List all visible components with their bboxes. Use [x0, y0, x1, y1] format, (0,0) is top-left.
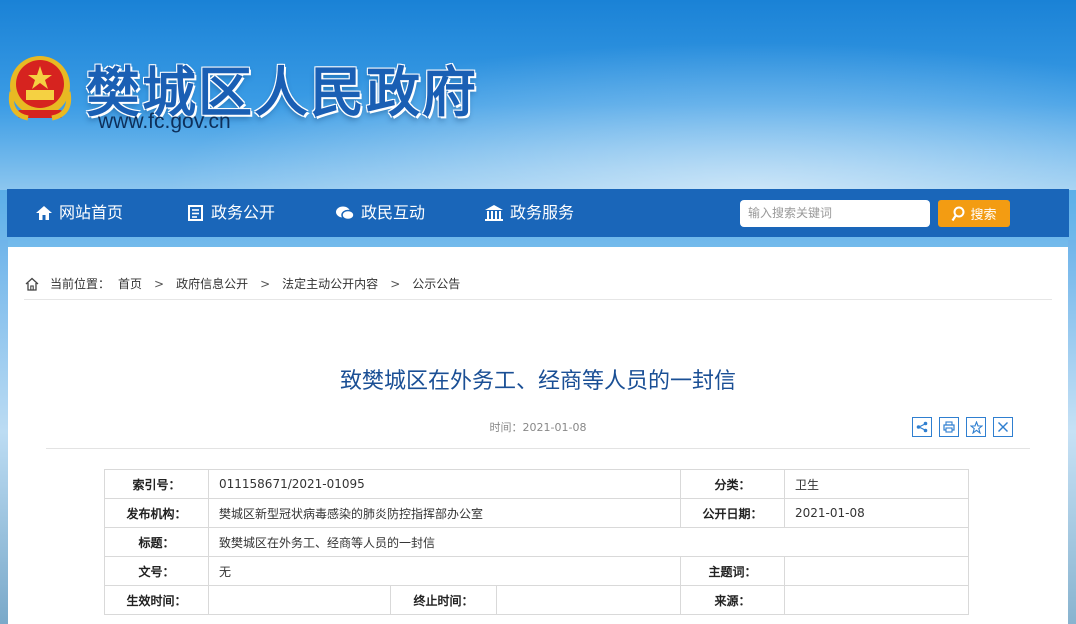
- nav-item-label: 政务服务: [510, 203, 575, 222]
- divider: [46, 448, 1030, 449]
- nav-item-label: 政民互动: [361, 203, 426, 222]
- search-button[interactable]: 搜索: [938, 200, 1010, 227]
- home-outline-icon: [25, 277, 39, 291]
- table-row: 文号： 无 主题词：: [104, 556, 969, 586]
- category-value: 卫生: [784, 469, 969, 499]
- article-date: 时间：2021-01-08: [489, 421, 587, 434]
- pubdate-label: 公开日期：: [680, 498, 785, 528]
- category-label: 分类：: [680, 469, 785, 499]
- breadcrumb-separator: >: [260, 276, 271, 291]
- breadcrumb: 当前位置： 首页 > 政府信息公开 > 法定主动公开内容 > 公示公告: [24, 275, 460, 292]
- site-url: www.fc.gov.cn: [98, 110, 231, 133]
- pubdate-value: 2021-01-08: [784, 498, 969, 528]
- nav-item-label: 网站首页: [59, 203, 124, 222]
- nav-item-services[interactable]: 政务服务: [484, 189, 574, 237]
- breadcrumb-home[interactable]: 首页: [118, 275, 142, 292]
- breadcrumb-gov-info[interactable]: 政府信息公开: [176, 275, 248, 292]
- content-panel: 当前位置： 首页 > 政府信息公开 > 法定主动公开内容 > 公示公告 致樊城区…: [8, 247, 1068, 624]
- index-label: 索引号：: [104, 469, 209, 499]
- home-icon: [36, 206, 52, 220]
- source-value: [784, 585, 969, 615]
- table-row: 索引号： 011158671/2021-01095 分类： 卫生: [104, 469, 969, 499]
- close-button[interactable]: [993, 417, 1013, 437]
- nav-item-home[interactable]: 网站首页: [35, 189, 123, 237]
- docno-label: 文号：: [104, 556, 209, 586]
- breadcrumb-separator: >: [154, 276, 165, 291]
- print-icon: [943, 421, 955, 433]
- publisher-label: 发布机构：: [104, 498, 209, 528]
- search-input[interactable]: 输入搜索关键词: [740, 200, 930, 227]
- expire-label: 终止时间：: [390, 585, 497, 615]
- document-icon: [188, 205, 203, 221]
- source-label: 来源：: [680, 585, 785, 615]
- breadcrumb-notices[interactable]: 公示公告: [412, 275, 460, 292]
- print-button[interactable]: [939, 417, 959, 437]
- docno-value: 无: [208, 556, 681, 586]
- subject-label: 标题：: [104, 527, 209, 557]
- nav-item-gov-affairs[interactable]: 政务公开: [187, 189, 275, 237]
- keywords-label: 主题词：: [680, 556, 785, 586]
- building-icon: [485, 205, 503, 221]
- left-edge-decoration: [0, 240, 8, 624]
- table-row: 标题： 致樊城区在外务工、经商等人员的一封信: [104, 527, 969, 557]
- nav-item-label: 政务公开: [211, 203, 276, 222]
- share-icon: [916, 421, 928, 433]
- breadcrumb-separator: >: [390, 276, 401, 291]
- favorite-icon: [969, 420, 983, 434]
- breadcrumb-statutory[interactable]: 法定主动公开内容: [282, 275, 378, 292]
- table-row: 生效时间： 终止时间： 来源：: [104, 585, 969, 615]
- expire-value: [496, 585, 681, 615]
- metadata-table: 索引号： 011158671/2021-01095 分类： 卫生 发布机构： 樊…: [104, 469, 969, 615]
- chat-icon: [336, 206, 355, 221]
- article-toolbar: [912, 417, 1013, 437]
- keywords-value: [784, 556, 969, 586]
- effective-value: [208, 585, 391, 615]
- breadcrumb-prefix: 当前位置：: [50, 277, 111, 291]
- divider: [24, 299, 1052, 300]
- index-value: 011158671/2021-01095: [208, 469, 681, 499]
- effective-label: 生效时间：: [104, 585, 209, 615]
- article-title: 致樊城区在外务工、经商等人员的一封信: [339, 369, 736, 394]
- publisher-value: 樊城区新型冠状病毒感染的肺炎防控指挥部办公室: [208, 498, 681, 528]
- search-button-label: 搜索: [970, 208, 997, 223]
- subject-value: 致樊城区在外务工、经商等人员的一封信: [208, 527, 969, 557]
- favorite-button[interactable]: [966, 417, 986, 437]
- share-button[interactable]: [912, 417, 932, 437]
- nav-item-interaction[interactable]: 政民互动: [335, 189, 425, 237]
- right-edge-decoration: [1068, 240, 1076, 624]
- table-row: 发布机构： 樊城区新型冠状病毒感染的肺炎防控指挥部办公室 公开日期： 2021-…: [104, 498, 969, 528]
- close-icon: [998, 422, 1008, 432]
- search-icon: [952, 206, 965, 221]
- national-emblem-icon: [8, 56, 72, 121]
